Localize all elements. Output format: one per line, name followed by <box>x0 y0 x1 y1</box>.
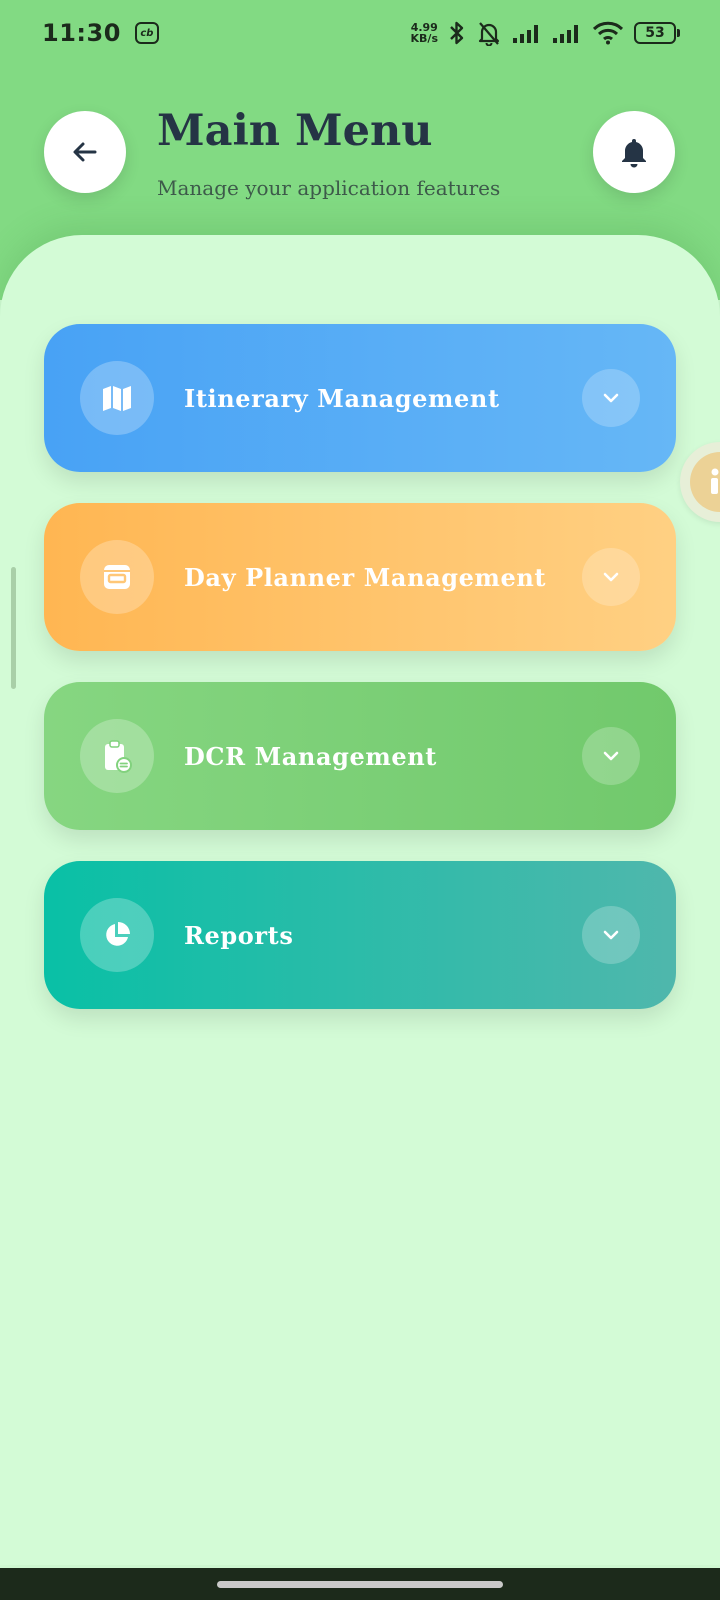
clipboard-icon-circle <box>80 719 154 793</box>
menu-card-itinerary[interactable]: Itinerary Management <box>44 324 676 472</box>
menu-card-label: Day Planner Management <box>184 562 547 592</box>
page-subtitle: Manage your application features <box>157 176 501 200</box>
system-navigation-bar <box>0 1568 720 1600</box>
menu-card-reports[interactable]: Reports <box>44 861 676 1009</box>
expand-button[interactable] <box>582 906 640 964</box>
expand-button[interactable] <box>582 369 640 427</box>
back-button[interactable] <box>44 111 126 193</box>
wifi-icon <box>592 21 624 45</box>
clipboard-sync-icon <box>105 740 132 773</box>
bluetooth-icon <box>450 21 464 45</box>
status-bar: 11:30 cb 4.99 KB/s 53 <box>0 0 720 66</box>
chevron-down-icon <box>603 572 619 582</box>
menu-card-dcr[interactable]: DCR Management <box>44 682 676 830</box>
chevron-down-icon <box>603 751 619 761</box>
expand-button[interactable] <box>582 548 640 606</box>
chevron-down-icon <box>603 393 619 403</box>
pie-chart-icon <box>106 922 130 946</box>
signal-icon <box>513 25 538 43</box>
calendar-icon <box>104 565 130 589</box>
calendar-icon-circle <box>80 540 154 614</box>
arrow-left-icon <box>73 142 97 162</box>
status-right: 4.99 KB/s 53 <box>411 20 680 46</box>
info-icon <box>711 468 719 494</box>
network-speed-unit: KB/s <box>410 32 438 45</box>
battery-level: 53 <box>634 22 676 44</box>
notification-button[interactable] <box>593 111 675 193</box>
menu-card-label: Reports <box>184 920 294 950</box>
signal-icon-2 <box>553 25 578 43</box>
map-icon-circle <box>80 361 154 435</box>
map-icon <box>103 386 131 411</box>
battery-tip <box>677 29 680 37</box>
network-speed: 4.99 KB/s <box>411 22 438 44</box>
battery-icon: 53 <box>634 22 680 44</box>
bell-icon <box>622 139 646 168</box>
floating-button-inner <box>690 452 720 512</box>
scroll-indicator <box>11 567 16 689</box>
page-title: Main Menu <box>157 106 433 156</box>
menu-card-label: DCR Management <box>184 741 437 771</box>
chevron-down-icon <box>603 930 619 940</box>
pie-icon-circle <box>80 898 154 972</box>
app-badge-icon: cb <box>134 22 159 44</box>
status-time: 11:30 <box>42 19 121 47</box>
menu-card-label: Itinerary Management <box>184 383 500 413</box>
expand-button[interactable] <box>582 727 640 785</box>
screen: 11:30 cb 4.99 KB/s 53 Main Menu Manage y… <box>0 0 720 1600</box>
bell-muted-icon <box>478 22 500 46</box>
menu-card-day-planner[interactable]: Day Planner Management <box>44 503 676 651</box>
home-gesture-handle[interactable] <box>217 1580 503 1588</box>
status-left: 11:30 cb <box>42 19 159 47</box>
